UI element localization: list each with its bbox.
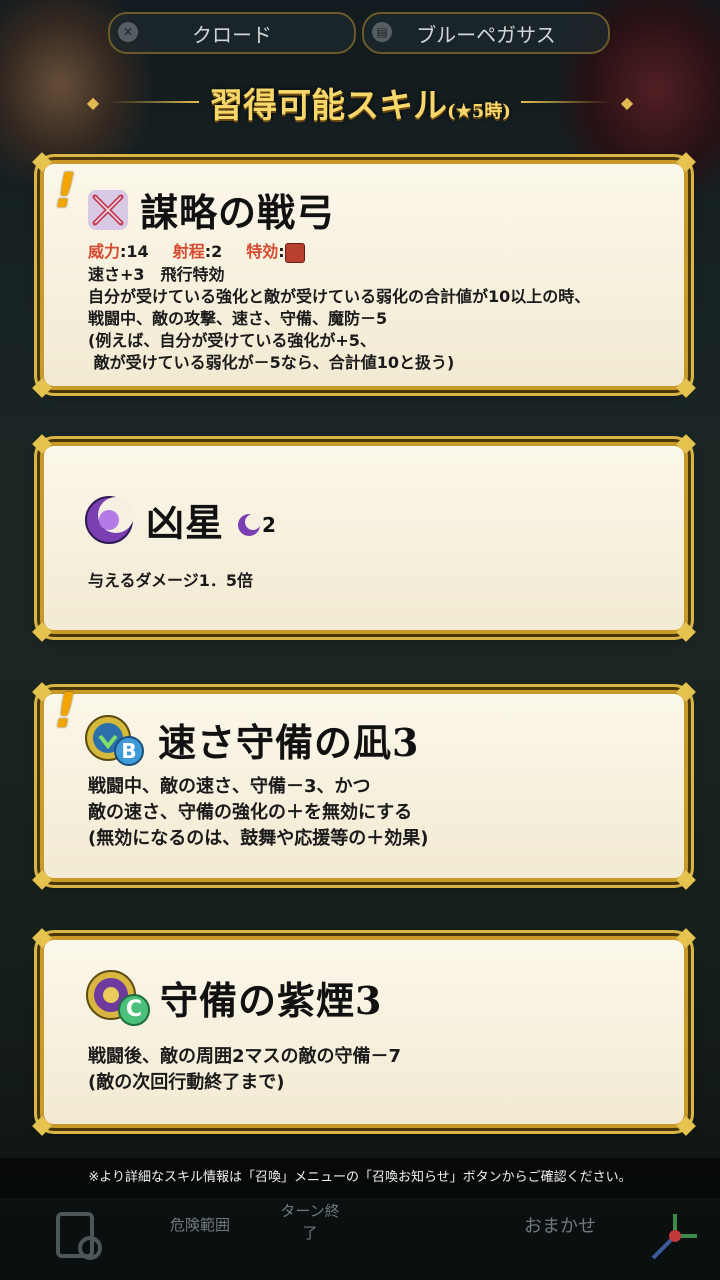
unit-tab-right[interactable]: ▤ ブルーペガサス [362, 12, 610, 54]
swap-button[interactable] [640, 1206, 710, 1270]
settings-button[interactable] [40, 1206, 120, 1270]
desc-line: 戦闘後、敵の周囲2マスの敵の守備－7 [88, 1046, 402, 1067]
range-value: 2 [211, 242, 223, 262]
book-icon: ▤ [372, 22, 392, 42]
title-line-left [109, 101, 200, 103]
desc-line: 敵の速さ、守備の強化の＋を無効にする [88, 802, 413, 823]
ornament-right-icon: ◆ [620, 92, 634, 112]
skill-card-weapon[interactable]: ! 謀略の戦弓 威力:14 射程:2 特効: 速さ+3 飛行特効 自分が受けてい… [32, 152, 696, 398]
desc-line: 速さ+3 飛行特効 [88, 265, 225, 284]
skill-name: 守備の紫煙3 [160, 977, 383, 1023]
turn-end-label: ターン終了 [280, 1202, 340, 1242]
desc-line: 与えるダメージ1．5倍 [88, 571, 253, 590]
danger-area-label: 危険範囲 [169, 1216, 230, 1234]
info-note: ※より詳細なスキル情報は「召喚」メニューの「召喚お知らせ」ボタンからご確認くださ… [0, 1158, 720, 1198]
unit-icon: ✕ [118, 22, 138, 42]
desc-line: 敵が受けている弱化が－5なら、合計値10と扱う) [88, 353, 455, 372]
alert-icon: ! [48, 683, 82, 739]
desc-line: 戦闘中、敵の攻撃、速さ、守備、魔防－5 [88, 309, 388, 328]
desc-line: (例えば、自分が受けている強化が+5、 [88, 331, 376, 350]
bottom-command-bar: 危険範囲 ターン終了 おまかせ [0, 1200, 720, 1280]
panel-title: ◆ 習得可能スキル(★5時) ◆ [0, 72, 720, 132]
special-skill-icon [85, 495, 134, 544]
crossed-swords-icon [88, 189, 128, 230]
skill-description: 戦闘中、敵の速さ、守備－3、かつ 敵の速さ、守備の強化の＋を無効にする (無効に… [88, 774, 428, 852]
ornament-left-icon: ◆ [86, 92, 100, 112]
unit-tab-right-label: ブルーペガサス [416, 22, 556, 47]
desc-line: (無効になるのは、鼓舞や応援等の＋効果) [88, 828, 429, 849]
slot-badge: C [118, 994, 150, 1026]
auto-battle-label: おまかせ [524, 1216, 596, 1237]
cooldown-value: 2 [262, 512, 276, 537]
cooldown-icon [238, 513, 262, 536]
slot-badge: B [114, 735, 144, 766]
title-sub: (★5時) [447, 100, 511, 122]
gear-icon [56, 1212, 102, 1260]
desc-line: 戦闘中、敵の速さ、守備－3、かつ [88, 776, 371, 797]
skill-card-b[interactable]: ! B 速さ守備の凪3 戦闘中、敵の速さ、守備－3、かつ 敵の速さ、守備の強化の… [32, 682, 696, 890]
unit-tab-left-label: クロード [192, 22, 272, 47]
skill-name: 速さ守備の凪3 [158, 720, 420, 765]
flier-effective-icon [284, 242, 305, 263]
desc-line: (敵の次回行動終了まで) [88, 1072, 285, 1093]
title-line-right [520, 101, 611, 103]
skill-name: 凶星 [146, 500, 225, 545]
skill-card-special[interactable]: 凶星 2 与えるダメージ1．5倍 [32, 434, 696, 642]
desc-line: 自分が受けている強化と敵が受けている弱化の合計値が10以上の時、 [88, 287, 591, 306]
skill-c-icon: C [84, 968, 150, 1026]
auto-battle-button[interactable]: おまかせ [500, 1212, 620, 1238]
danger-area-button[interactable]: 危険範囲 [150, 1214, 250, 1235]
skill-description: 与えるダメージ1．5倍 [88, 570, 253, 592]
skill-card-c[interactable]: C 守備の紫煙3 戦闘後、敵の周囲2マスの敵の守備－7 (敵の次回行動終了まで) [32, 928, 696, 1136]
skill-b-icon: B [84, 714, 144, 766]
skill-description: 戦闘後、敵の周囲2マスの敵の守備－7 (敵の次回行動終了まで) [88, 1044, 401, 1096]
alert-icon: ! [48, 163, 82, 219]
unit-tab-left[interactable]: ✕ クロード [108, 12, 356, 54]
might-label: 威力 [88, 242, 121, 262]
skill-name: 謀略の戦弓 [140, 190, 336, 235]
top-bar: ✕ クロード ▤ ブルーペガサス [0, 12, 720, 54]
effective-label: 特効 [246, 242, 279, 261]
swap-arrows-icon [651, 1214, 697, 1260]
turn-end-button[interactable]: ターン終了 [280, 1200, 340, 1244]
skill-description: 速さ+3 飛行特効 自分が受けている強化と敵が受けている弱化の合計値が10以上の… [88, 264, 678, 374]
weapon-stats: 威力:14 射程:2 特効: [88, 238, 305, 263]
might-value: 14 [126, 242, 149, 262]
title-main: 習得可能スキル [209, 85, 448, 126]
range-label: 射程 [172, 242, 205, 262]
